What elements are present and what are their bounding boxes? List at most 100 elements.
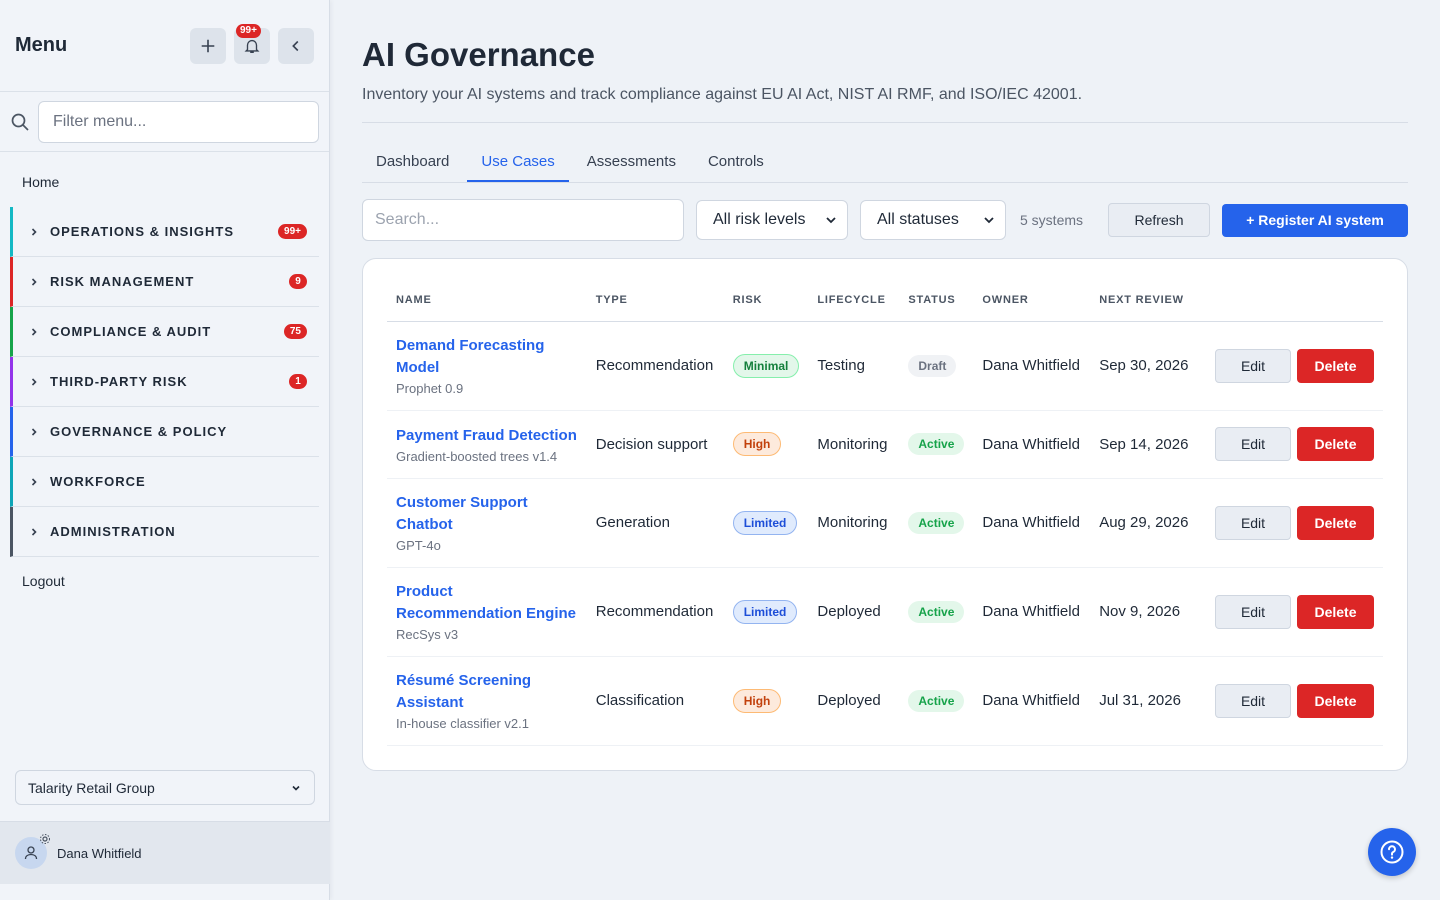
sidebar-section-label: THIRD-PARTY RISK [50,374,188,389]
type-cell: Recommendation [586,567,724,657]
column-header[interactable]: LIFECYCLE [808,279,900,322]
help-button[interactable] [1368,828,1416,876]
status-cell: Active [899,410,974,479]
filter-menu-input[interactable] [38,100,319,143]
column-header[interactable]: RISK [723,279,809,322]
edit-button[interactable]: Edit [1215,594,1291,629]
delete-button[interactable]: Delete [1297,348,1374,383]
search-input[interactable] [362,199,684,241]
column-header[interactable]: OWNER [973,279,1091,322]
sidebar-section[interactable]: COMPLIANCE & AUDIT 75 [10,307,319,357]
use-case-name-link[interactable]: Résumé Screening Assistant [396,670,578,714]
delete-button[interactable]: Delete [1297,594,1374,629]
owner-cell: Dana Whitfield [973,567,1091,657]
use-case-name-link[interactable]: Customer Support Chatbot [396,492,578,536]
use-case-model: Gradient-boosted trees v1.4 [396,448,558,464]
name-cell: Payment Fraud Detection Gradient-boosted … [387,410,587,479]
risk-badge: Limited [732,599,798,624]
use-case-name-link[interactable]: Product Recommendation Engine [396,581,578,625]
actions-cell: Edit Delete [1206,478,1383,568]
risk-badge: Limited [732,510,798,535]
edit-button[interactable]: Edit [1215,348,1291,383]
use-case-name-link[interactable]: Demand Forecasting Model [396,335,578,379]
delete-button[interactable]: Delete [1297,427,1374,461]
owner-cell: Dana Whitfield [973,656,1091,746]
logout-link[interactable]: Logout [0,557,329,605]
help-icon [1380,840,1404,864]
sidebar-section[interactable]: RISK MANAGEMENT 9 [10,257,319,307]
sidebar-section[interactable]: THIRD-PARTY RISK 1 [10,357,319,407]
edit-button[interactable]: Edit [1215,427,1291,461]
sidebar-section[interactable]: OPERATIONS & INSIGHTS 99+ [10,207,319,257]
delete-button[interactable]: Delete [1297,683,1374,718]
chevron-right-icon [31,377,37,386]
column-header[interactable]: TYPE [586,279,724,322]
status-badge: Draft [908,354,957,377]
user-icon [24,846,38,860]
delete-button[interactable]: Delete [1297,505,1374,540]
risk-badge: High [732,688,782,713]
sidebar-section[interactable]: GOVERNANCE & POLICY [10,407,319,457]
sidebar-section-label: COMPLIANCE & AUDIT [50,324,212,339]
risk-cell: High [723,410,809,479]
notification-badge: 99+ [236,23,261,38]
sidebar-section-label: ADMINISTRATION [50,524,176,539]
sidebar-section-count: 1 [289,374,307,389]
risk-level-select[interactable]: All risk levels [696,200,848,240]
use-case-model: Prophet 0.9 [396,381,464,396]
sidebar-section[interactable]: WORKFORCE [10,457,319,507]
column-header[interactable]: NAME [387,279,587,322]
register-ai-system-button[interactable]: + Register AI system [1222,203,1408,237]
sidebar-sections: OPERATIONS & INSIGHTS 99+ RISK MANAGEMENT 9… [0,207,329,557]
chevron-right-icon [31,227,37,236]
table-row: Product Recommendation Engine RecSys v3 Re… [387,567,1383,657]
avatar [15,834,50,869]
tab-controls[interactable]: Controls [694,143,778,182]
tab-assessments[interactable]: Assessments [573,143,690,182]
actions-cell: Edit Delete [1206,410,1383,479]
bell-icon [244,39,260,53]
chevron-left-icon [292,40,299,51]
use-case-model: In-house classifier v2.1 [396,716,529,731]
sidebar-section-label: WORKFORCE [50,474,146,489]
organization-select[interactable]: Talarity Retail Group [15,770,315,805]
table-row: Résumé Screening Assistant In-house class… [387,656,1383,746]
use-case-name-link[interactable]: Payment Fraud Detection [396,425,578,447]
next-review-cell: Jul 31, 2026 [1090,656,1206,746]
notifications-button[interactable]: 99+ [234,23,270,64]
status-value: All statuses [877,211,959,228]
tab-dashboard[interactable]: Dashboard [362,143,463,182]
sidebar-section-label: RISK MANAGEMENT [50,274,195,289]
lifecycle-cell: Monitoring [808,478,900,568]
lifecycle-cell: Monitoring [808,410,900,479]
add-button[interactable] [190,27,226,64]
sidebar-section-label: GOVERNANCE & POLICY [50,424,228,439]
column-header[interactable]: STATUS [899,279,974,322]
column-header[interactable]: NEXT REVIEW [1090,279,1206,322]
plus-icon [201,39,215,52]
refresh-button[interactable]: Refresh [1108,203,1210,237]
user-profile[interactable]: Dana Whitfield [0,821,330,884]
collapse-sidebar-button[interactable] [278,27,314,64]
main-content: AI Governance Inventory your AI systems … [362,0,1408,771]
sidebar-section[interactable]: ADMINISTRATION [10,507,319,557]
chevron-right-icon [31,527,37,536]
menu-filter [0,92,329,152]
table-row: Customer Support Chatbot GPT-4o Generation… [387,478,1383,568]
owner-cell: Dana Whitfield [973,478,1091,568]
edit-button[interactable]: Edit [1215,683,1291,718]
table-header-row: NAME TYPE RISK LIFECYCLE STATUS OWNER NEXT REV… [387,279,1383,322]
page-title: AI Governance [362,36,595,73]
edit-button[interactable]: Edit [1215,505,1291,540]
tab-use-cases[interactable]: Use Cases [467,143,569,182]
use-cases-table: NAME TYPE RISK LIFECYCLE STATUS OWNER NEXT REV… [387,279,1383,746]
systems-count: 5 systems [1020,212,1084,228]
lifecycle-cell: Deployed [808,567,900,657]
use-case-model: GPT-4o [396,538,441,553]
sidebar-item-home[interactable]: Home [0,152,329,207]
next-review-cell: Sep 30, 2026 [1090,321,1206,411]
search-icon [11,113,29,131]
next-review-cell: Aug 29, 2026 [1090,478,1206,568]
name-cell: Customer Support Chatbot GPT-4o [387,478,587,568]
status-select[interactable]: All statuses [860,200,1006,240]
